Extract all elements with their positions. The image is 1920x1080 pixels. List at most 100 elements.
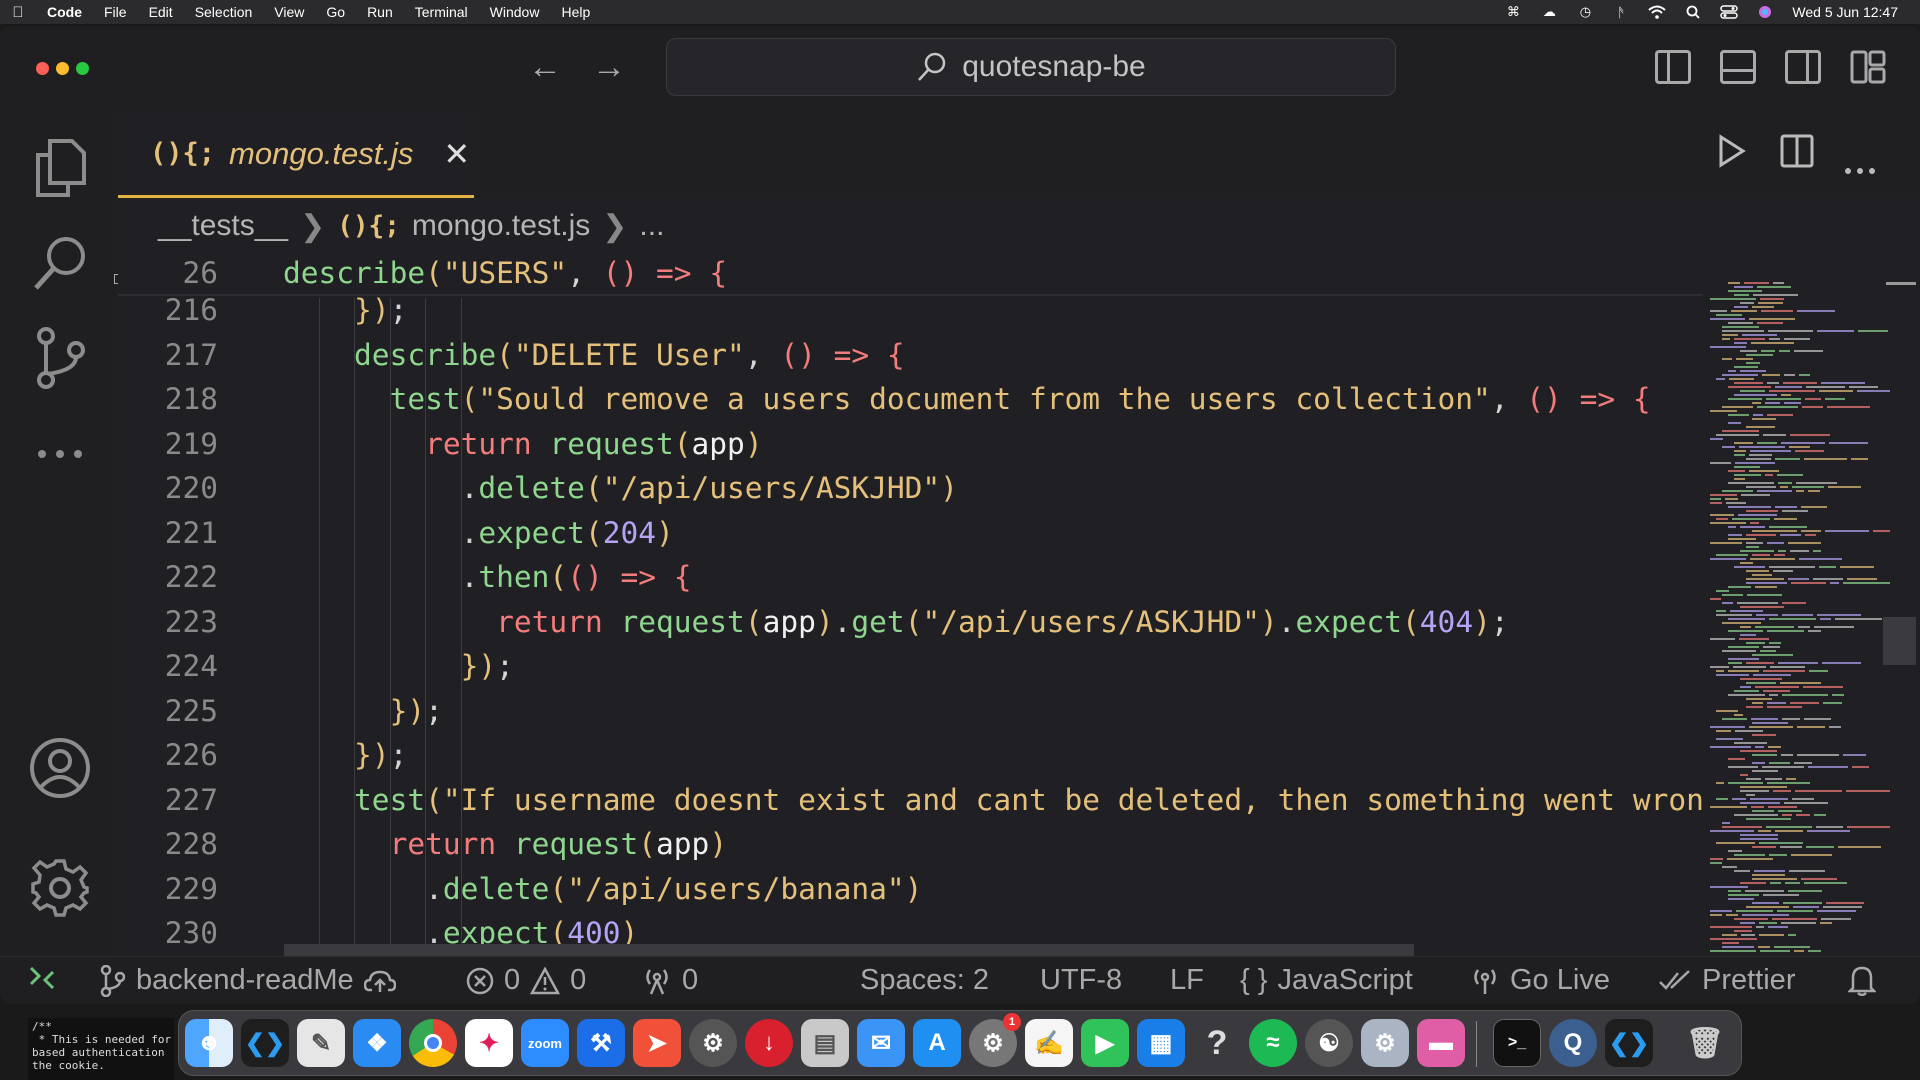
- close-tab-icon[interactable]: ✕: [443, 135, 470, 173]
- xcode-icon[interactable]: ⚒: [577, 1019, 625, 1067]
- back-arrow-icon[interactable]: ←: [528, 48, 562, 87]
- system-settings-icon[interactable]: ⚙ 1: [969, 1013, 1021, 1067]
- spotlight-icon[interactable]: [1684, 5, 1702, 19]
- menu-file[interactable]: File: [93, 4, 138, 20]
- forward-arrow-icon[interactable]: →: [592, 48, 626, 87]
- zoom-icon[interactable]: zoom: [521, 1019, 569, 1067]
- vscode-window-icon[interactable]: ❮❯: [1605, 1019, 1653, 1067]
- toggle-panel-icon[interactable]: [1720, 50, 1756, 84]
- safari-icon[interactable]: ❖: [353, 1019, 401, 1067]
- more-actions-icon[interactable]: [1844, 146, 1876, 183]
- menu-help[interactable]: Help: [550, 4, 601, 20]
- pages-icon[interactable]: ▬: [1417, 1019, 1465, 1067]
- code-line[interactable]: 217 describe("DELETE User", () => {: [118, 333, 1703, 377]
- code-line[interactable]: 222 .then(() => {: [118, 555, 1703, 599]
- menu-selection[interactable]: Selection: [184, 4, 264, 20]
- more-views-icon[interactable]: [24, 418, 96, 490]
- code-line[interactable]: 26 describe("USERS", () => {: [118, 252, 1703, 296]
- code-line[interactable]: 221 .expect(204): [118, 511, 1703, 555]
- source-control-icon[interactable]: [24, 322, 96, 394]
- run-file-icon[interactable]: [1718, 134, 1746, 176]
- keyboard-icon[interactable]: ⌘: [1504, 4, 1522, 19]
- explorer-icon[interactable]: [24, 132, 96, 204]
- app-store-icon[interactable]: A: [913, 1019, 961, 1067]
- remote-indicator-icon[interactable]: [28, 964, 56, 992]
- code-line[interactable]: 223 return request(app).get("/api/users/…: [118, 600, 1703, 644]
- ports-status[interactable]: 0: [642, 964, 698, 997]
- swift-playgrounds-icon[interactable]: ➤: [633, 1019, 681, 1067]
- minimize-window-button[interactable]: [56, 62, 69, 75]
- help-icon[interactable]: ?: [1193, 1019, 1241, 1067]
- split-editor-icon[interactable]: [1780, 134, 1814, 176]
- code-line[interactable]: 218 test("Sould remove a users document …: [118, 377, 1703, 421]
- indentation-status[interactable]: Spaces: 2: [860, 964, 989, 997]
- terminal-icon[interactable]: >_: [1493, 1019, 1541, 1067]
- printer-icon[interactable]: ▤: [801, 1019, 849, 1067]
- code-line[interactable]: 227 test("If username doesnt exist and c…: [118, 778, 1703, 822]
- menu-edit[interactable]: Edit: [138, 4, 184, 20]
- customize-layout-icon[interactable]: [1850, 50, 1886, 84]
- code-editor[interactable]: 26 describe("USERS", () => {216 }); 217 de…: [118, 252, 1703, 1004]
- menu-go[interactable]: Go: [315, 4, 356, 20]
- system-preferences-icon[interactable]: ⚙: [1361, 1019, 1409, 1067]
- code-line[interactable]: 224 });: [118, 644, 1703, 688]
- cloud-icon[interactable]: ☁: [1540, 4, 1558, 19]
- go-live-status[interactable]: Go Live: [1470, 964, 1610, 997]
- code-line[interactable]: 229 .delete("/api/users/banana"): [118, 867, 1703, 911]
- menu-clock[interactable]: Wed 5 Jun 12:47: [1792, 4, 1898, 20]
- vscode-icon[interactable]: ❮❯: [241, 1019, 289, 1067]
- menu-run[interactable]: Run: [356, 4, 404, 20]
- trello-icon[interactable]: ▦: [1137, 1019, 1185, 1067]
- menu-window[interactable]: Window: [479, 4, 551, 20]
- breadcrumb-folder[interactable]: __tests__: [158, 209, 288, 243]
- minimap[interactable]: [1710, 282, 1890, 956]
- trash-icon[interactable]: 🗑: [1681, 1019, 1729, 1067]
- bluetooth-icon[interactable]: ᚫ: [1612, 5, 1630, 20]
- facetime-icon[interactable]: ▶: [1081, 1019, 1129, 1067]
- notifications-bell-icon[interactable]: [1848, 964, 1876, 996]
- tab-mongo-test-js[interactable]: (){; mongo.test.js ✕: [118, 112, 474, 198]
- siri-icon[interactable]: [1756, 5, 1774, 19]
- launchpad-icon[interactable]: ⚙: [689, 1019, 737, 1067]
- toggle-primary-sidebar-icon[interactable]: [1655, 50, 1691, 84]
- spotify-icon[interactable]: ≈: [1249, 1019, 1297, 1067]
- account-icon[interactable]: [24, 732, 96, 804]
- branch-status[interactable]: backend-readMe: [100, 964, 396, 997]
- slack-icon[interactable]: ✦: [465, 1019, 513, 1067]
- code-line[interactable]: 228 return request(app): [118, 822, 1703, 866]
- chrome-icon[interactable]: [409, 1019, 457, 1067]
- scripteditor-icon[interactable]: ✎: [297, 1019, 345, 1067]
- apple-icon[interactable]: : [0, 4, 36, 21]
- textedit-icon[interactable]: ✍: [1025, 1019, 1073, 1067]
- close-window-button[interactable]: [36, 62, 49, 75]
- wifi-icon[interactable]: [1648, 5, 1667, 19]
- horizontal-scrollbar[interactable]: [284, 944, 1414, 956]
- accessibility-icon[interactable]: ☯: [1305, 1019, 1353, 1067]
- language-mode-status[interactable]: { } JavaScript: [1240, 964, 1413, 997]
- code-line[interactable]: 225 });: [118, 689, 1703, 733]
- code-line[interactable]: 220 .delete("/api/users/ASKJHD"): [118, 466, 1703, 510]
- control-center-icon[interactable]: [1720, 5, 1739, 19]
- encoding-status[interactable]: UTF-8: [1040, 964, 1122, 997]
- command-center-search[interactable]: quotesnap-be: [666, 38, 1396, 96]
- quicktime-icon[interactable]: Q: [1549, 1019, 1597, 1067]
- code-line[interactable]: 219 return request(app): [118, 422, 1703, 466]
- media-downloader-icon[interactable]: ↓: [745, 1019, 793, 1067]
- settings-gear-icon[interactable]: [24, 852, 96, 924]
- problems-status[interactable]: 0 0: [466, 964, 586, 997]
- menu-app-name[interactable]: Code: [36, 4, 93, 20]
- code-line[interactable]: 226 });: [118, 733, 1703, 777]
- toggle-secondary-sidebar-icon[interactable]: [1785, 50, 1821, 84]
- finder-icon[interactable]: ☻: [185, 1019, 233, 1067]
- menu-terminal[interactable]: Terminal: [404, 4, 479, 20]
- time-machine-icon[interactable]: ◷: [1576, 4, 1594, 19]
- search-icon[interactable]: [24, 226, 96, 298]
- mail-icon[interactable]: ✉: [857, 1019, 905, 1067]
- prettier-status[interactable]: Prettier: [1658, 964, 1795, 997]
- breadcrumb-file[interactable]: mongo.test.js: [412, 209, 590, 243]
- vertical-scrollbar-thumb[interactable]: [1883, 617, 1916, 665]
- eol-status[interactable]: LF: [1170, 964, 1204, 997]
- zoom-window-button[interactable]: [76, 62, 89, 75]
- breadcrumb-symbol[interactable]: ...: [639, 209, 664, 243]
- menu-view[interactable]: View: [263, 4, 315, 20]
